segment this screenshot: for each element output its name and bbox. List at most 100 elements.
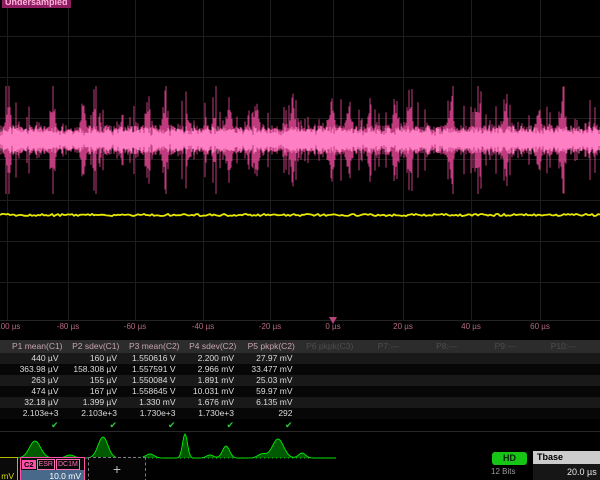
measurement-value: 1.550616 V <box>125 353 184 364</box>
trace-path <box>0 125 600 154</box>
measurement-value: 1.676 mV <box>184 397 243 408</box>
channel2-label: C2 <box>22 460 36 469</box>
measurement-value: 1.330 mV <box>125 397 184 408</box>
measurement-value <box>359 364 418 375</box>
measurement-value <box>301 375 360 386</box>
measurement-value <box>535 375 594 386</box>
time-axis-tick-label: -40 µs <box>192 322 214 331</box>
measurement-value-row: 32.18 µV1.399 µV1.330 mV1.676 mV6.135 mV <box>0 397 600 408</box>
time-axis-tick-label: -60 µs <box>124 322 146 331</box>
timebase-title: Tbase <box>533 451 600 464</box>
hd-bits-label: 12 Bits <box>491 467 515 476</box>
time-axis-tick-label: 60 µs <box>530 322 550 331</box>
measurement-value <box>476 353 535 364</box>
channel2-coupling-badge: DC1M <box>56 459 80 470</box>
measurement-value <box>359 375 418 386</box>
measurement-value <box>535 353 594 364</box>
measurement-value <box>359 397 418 408</box>
measurement-value <box>359 353 418 364</box>
trigger-position-marker[interactable] <box>329 317 337 324</box>
hd-mode-badge[interactable]: HD <box>492 452 527 465</box>
measurement-value <box>535 364 594 375</box>
measurement-header[interactable]: P10:--- <box>535 340 594 353</box>
measurement-value: 167 µV <box>67 386 126 397</box>
measurement-value <box>301 386 360 397</box>
measurement-value: 363.98 µV <box>8 364 67 375</box>
measurement-value <box>301 364 360 375</box>
measurement-value: 1.557591 V <box>125 364 184 375</box>
measurement-header[interactable]: P9:--- <box>476 340 535 353</box>
measurement-value <box>535 408 594 419</box>
measurement-value: 10.031 mV <box>184 386 243 397</box>
measurement-value <box>418 375 477 386</box>
channel2-descriptor[interactable]: C2 ESR DC1M 10.0 mV <box>20 457 85 480</box>
measurement-value: 155 µV <box>67 375 126 386</box>
measurement-value: 25.03 mV <box>242 375 301 386</box>
timebase-value: 20.0 µs <box>533 464 600 480</box>
time-axis-tick-label: 40 µs <box>461 322 481 331</box>
measurement-header[interactable]: P6 pkpk(C3) <box>301 340 360 353</box>
measurement-value <box>418 408 477 419</box>
waveform-traces <box>0 0 600 336</box>
channel2-vertical-scale: 10.0 mV <box>21 470 84 480</box>
measurement-header[interactable]: P1 mean(C1) <box>8 340 67 353</box>
measurement-value: 2.103e+3 <box>8 408 67 419</box>
undersampled-warning: Undersampled <box>2 0 71 8</box>
measurement-header[interactable]: P3 mean(C2) <box>125 340 184 353</box>
measurement-value <box>476 408 535 419</box>
measurement-value: 158.308 µV <box>67 364 126 375</box>
measurement-value <box>359 408 418 419</box>
channel1-vertical-scale: 10.0 mV <box>0 470 17 480</box>
measurement-value: 474 µV <box>8 386 67 397</box>
measurement-value <box>359 386 418 397</box>
measurement-value: 6.135 mV <box>242 397 301 408</box>
trace-path <box>0 214 600 216</box>
time-axis-tick-label: -20 µs <box>259 322 281 331</box>
measurement-value: 1.730e+3 <box>125 408 184 419</box>
measurement-value <box>476 397 535 408</box>
timebase-descriptor[interactable]: Tbase 20.0 µs <box>533 451 600 480</box>
measurement-value-row: 2.103e+32.103e+31.730e+31.730e+3292 <box>0 408 600 419</box>
measurement-value: 2.200 mV <box>184 353 243 364</box>
measurement-value: 292 <box>242 408 301 419</box>
measurement-header[interactable]: P7:--- <box>359 340 418 353</box>
measurement-value-row: 440 µV160 µV1.550616 V2.200 mV27.97 mV <box>0 353 600 364</box>
measurement-value <box>301 397 360 408</box>
measurement-value: 33.477 mV <box>242 364 301 375</box>
measurement-value-row: 363.98 µV158.308 µV1.557591 V2.966 mV33.… <box>0 364 600 375</box>
measurement-value <box>535 386 594 397</box>
measurement-header[interactable]: P4 sdev(C2) <box>184 340 243 353</box>
measurement-value <box>476 386 535 397</box>
channel1-descriptor[interactable]: C1 DC1M 10.0 mV <box>0 457 18 480</box>
measurement-value: 1.891 mV <box>184 375 243 386</box>
measurement-header-row: P1 mean(C1)P2 sdev(C1)P3 mean(C2)P4 sdev… <box>0 340 600 353</box>
measurement-value: 1.550084 V <box>125 375 184 386</box>
channel2-esr-badge: ESR <box>37 459 55 470</box>
measurement-value-row: 263 µV155 µV1.550084 V1.891 mV25.03 mV <box>0 375 600 386</box>
measurement-header[interactable]: P2 sdev(C1) <box>67 340 126 353</box>
measurement-value <box>418 364 477 375</box>
measurement-value: 32.18 µV <box>8 397 67 408</box>
measurement-value: 1.399 µV <box>67 397 126 408</box>
measurement-value <box>418 386 477 397</box>
time-axis-tick-label: -80 µs <box>57 322 79 331</box>
measurement-header[interactable]: P5 pkpk(C2) <box>242 340 301 353</box>
measurement-value: 2.966 mV <box>184 364 243 375</box>
measurement-value: 160 µV <box>67 353 126 364</box>
measurement-value <box>301 353 360 364</box>
measurement-value: 440 µV <box>8 353 67 364</box>
measurement-value: 263 µV <box>8 375 67 386</box>
trace-path <box>0 434 336 458</box>
measurement-value: 2.103e+3 <box>67 408 126 419</box>
measurement-table: P1 mean(C1)P2 sdev(C1)P3 mean(C2)P4 sdev… <box>0 340 600 432</box>
measurement-value-row: 474 µV167 µV1.558645 V10.031 mV59.97 mV <box>0 386 600 397</box>
measurement-value <box>418 353 477 364</box>
measurement-value <box>418 397 477 408</box>
measurement-value: 27.97 mV <box>242 353 301 364</box>
measurement-value <box>535 397 594 408</box>
measurement-value <box>476 375 535 386</box>
measurement-header[interactable]: P8:--- <box>418 340 477 353</box>
add-trace-button[interactable]: + <box>88 457 146 480</box>
measurement-value: 1.730e+3 <box>184 408 243 419</box>
time-axis-tick-label: 20 µs <box>393 322 413 331</box>
